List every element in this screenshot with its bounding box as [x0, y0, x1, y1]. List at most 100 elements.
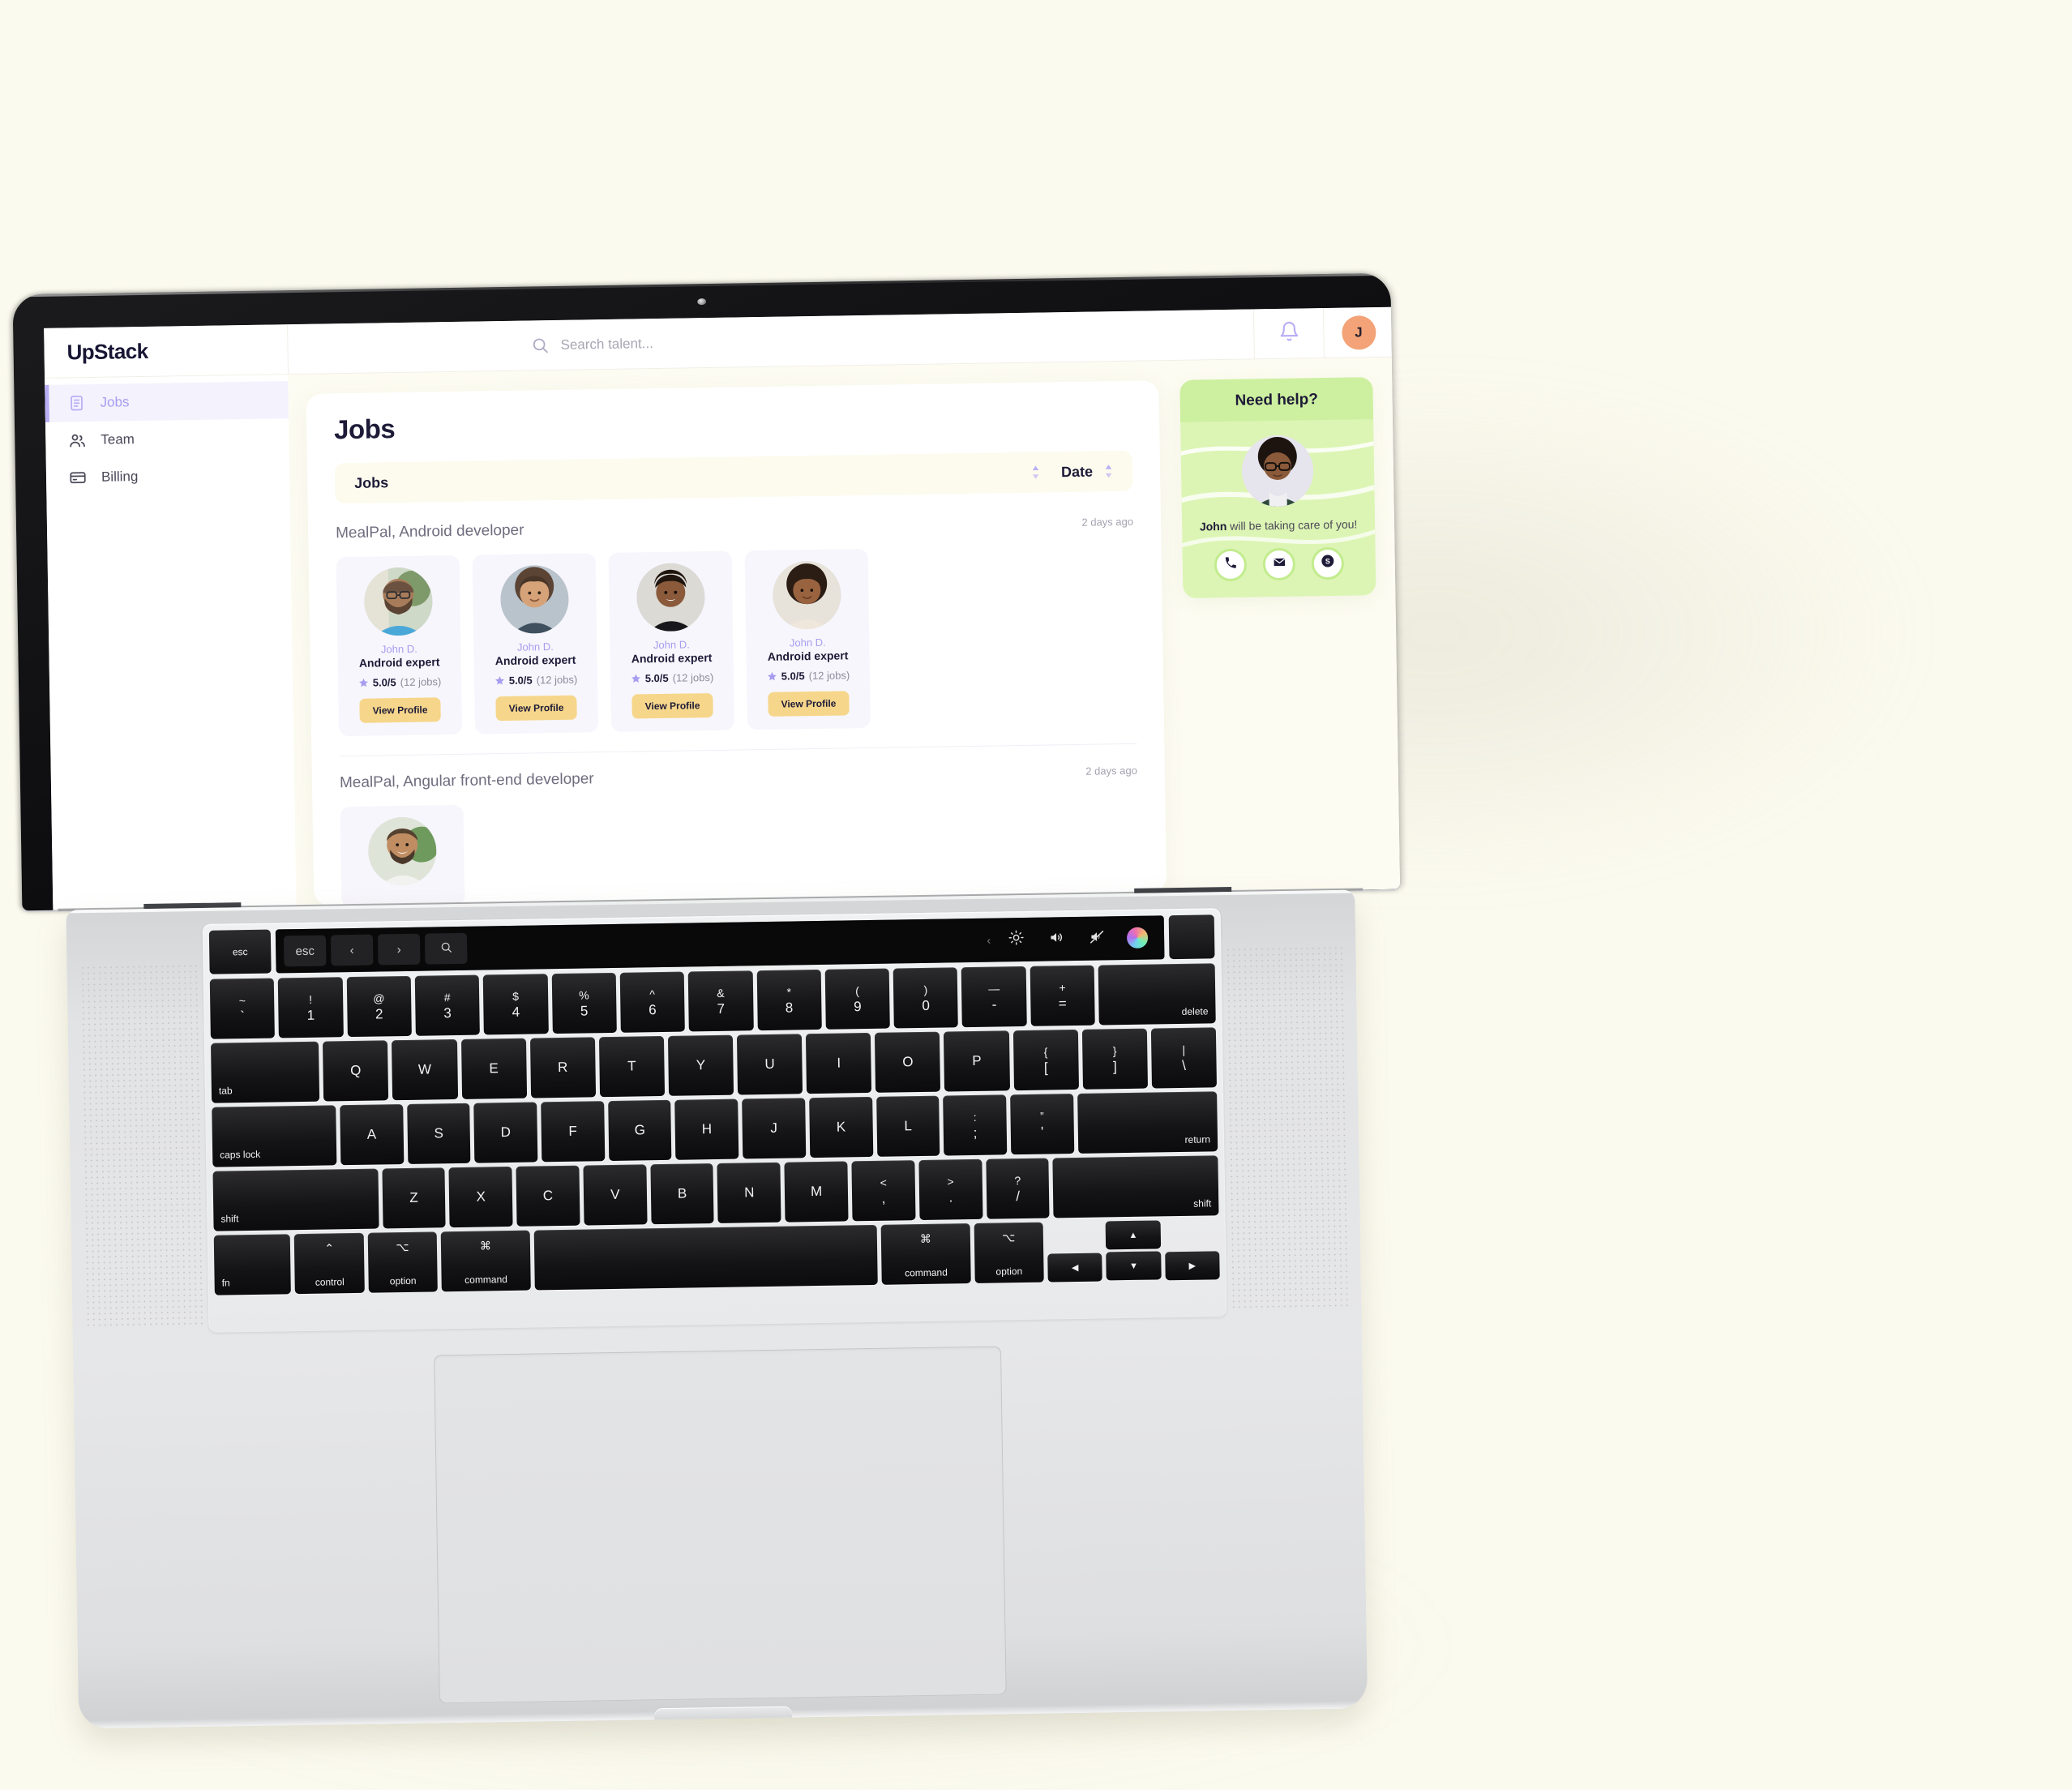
key-arrow-right[interactable]: ▶: [1164, 1251, 1220, 1281]
key-fn[interactable]: fn: [213, 1234, 292, 1295]
key-tab[interactable]: tab: [210, 1041, 320, 1103]
key-p[interactable]: P: [944, 1030, 1010, 1092]
key-option-right[interactable]: ⌥ option: [974, 1222, 1044, 1283]
key-d[interactable]: D: [473, 1102, 538, 1163]
key-7[interactable]: & 7: [687, 970, 754, 1032]
talent-card[interactable]: John D. Android expert 5.0/5 (12 jobs) V…: [744, 548, 871, 730]
key-control[interactable]: ⌃ control: [294, 1232, 365, 1295]
touchbar-forward-button[interactable]: ›: [377, 933, 421, 966]
key-quote[interactable]: ” ': [1010, 1094, 1074, 1155]
key-8[interactable]: * 8: [756, 969, 822, 1031]
talent-card[interactable]: John D. Android expert 5.0/5 (12 jobs) V…: [336, 555, 463, 737]
sidebar-item-team[interactable]: Team: [45, 418, 289, 460]
touchbar[interactable]: esc ‹ › ‹: [275, 915, 1165, 974]
key-backslash[interactable]: | \: [1150, 1027, 1218, 1089]
key-u[interactable]: U: [736, 1034, 803, 1095]
key-minus[interactable]: — -: [961, 966, 1027, 1028]
key-9[interactable]: (9: [824, 968, 890, 1030]
key-g[interactable]: G: [607, 1099, 672, 1162]
search-input[interactable]: [560, 332, 880, 353]
key-backtick[interactable]: ~ `: [209, 978, 276, 1039]
jobs-filter-select[interactable]: Jobs: [354, 464, 1061, 492]
key-x[interactable]: X: [448, 1166, 513, 1228]
mute-button[interactable]: [1078, 923, 1116, 954]
key-bracket-right[interactable]: }]: [1081, 1028, 1148, 1090]
key-k[interactable]: K: [808, 1096, 873, 1158]
trackpad[interactable]: [434, 1346, 1007, 1704]
sidebar-item-billing[interactable]: Billing: [46, 456, 290, 497]
key-delete[interactable]: delete: [1098, 963, 1216, 1026]
key-s[interactable]: S: [406, 1103, 471, 1164]
chevron-left-icon[interactable]: ‹: [987, 934, 994, 947]
view-profile-button[interactable]: View Profile: [359, 697, 441, 723]
sidebar-item-jobs[interactable]: Jobs: [45, 381, 289, 422]
key-4[interactable]: $4: [482, 974, 549, 1035]
key-h[interactable]: H: [674, 1098, 739, 1160]
key-command-left[interactable]: ⌘ command: [440, 1230, 531, 1292]
date-filter-select[interactable]: Date: [1061, 463, 1113, 481]
key-caps-lock[interactable]: caps lock: [212, 1105, 337, 1167]
key-t[interactable]: T: [598, 1035, 666, 1098]
key-return[interactable]: return: [1077, 1091, 1218, 1154]
key-6[interactable]: ^ 6: [619, 971, 686, 1033]
skype-button[interactable]: S: [1311, 546, 1345, 580]
key-m[interactable]: M: [784, 1161, 849, 1223]
brand-logo[interactable]: UpStack: [44, 336, 287, 366]
key-v[interactable]: V: [583, 1164, 648, 1226]
key-e[interactable]: E: [460, 1038, 527, 1099]
key-z[interactable]: Z: [381, 1167, 446, 1229]
key-command-right[interactable]: ⌘ command: [880, 1223, 971, 1285]
key-comma[interactable]: <,: [851, 1160, 916, 1222]
key-equals[interactable]: + =: [1030, 965, 1095, 1026]
search-box[interactable]: [531, 331, 880, 354]
view-profile-button[interactable]: View Profile: [495, 695, 577, 722]
key-w[interactable]: W: [392, 1038, 458, 1101]
key-q[interactable]: Q: [323, 1040, 389, 1102]
key-shift-right[interactable]: shift: [1052, 1155, 1219, 1218]
key-arrow-left[interactable]: ◀: [1047, 1253, 1103, 1283]
key-slash[interactable]: ? /: [986, 1158, 1050, 1219]
key-0[interactable]: ) 0: [893, 967, 959, 1029]
key-esc-physical[interactable]: esc: [208, 929, 272, 974]
key-2[interactable]: @2: [346, 975, 412, 1038]
key-b[interactable]: B: [650, 1163, 715, 1225]
key-5[interactable]: % 5: [551, 972, 617, 1034]
touchbar-back-button[interactable]: ‹: [330, 934, 374, 966]
key-arrow-up[interactable]: ▲: [1105, 1220, 1161, 1250]
volume-up-button[interactable]: [1038, 923, 1076, 955]
talent-card[interactable]: John D. Android expert 5.0/5 (12 jobs) V…: [608, 550, 735, 732]
key-c[interactable]: C: [516, 1165, 580, 1227]
key-1[interactable]: ! 1: [278, 977, 344, 1038]
key-i[interactable]: I: [806, 1032, 872, 1094]
email-button[interactable]: [1262, 547, 1296, 581]
job-title[interactable]: MealPal, Angular front-end developer: [340, 770, 594, 792]
key-option-left[interactable]: ⌥ option: [367, 1231, 439, 1293]
key-arrow-down[interactable]: ▼: [1106, 1251, 1162, 1281]
talent-card[interactable]: John D. Android expert 5.0/5 (12 jobs) V…: [472, 553, 599, 734]
key-a[interactable]: A: [340, 1104, 404, 1166]
key-r[interactable]: R: [529, 1037, 596, 1098]
key-space[interactable]: [533, 1224, 879, 1291]
notifications-button[interactable]: [1252, 308, 1324, 359]
job-title[interactable]: MealPal, Android developer: [336, 522, 524, 543]
key-period[interactable]: >.: [918, 1158, 983, 1221]
key-y[interactable]: Y: [667, 1034, 734, 1096]
view-profile-button[interactable]: View Profile: [631, 692, 713, 719]
key-o[interactable]: O: [875, 1031, 941, 1093]
touchbar-search-button[interactable]: [424, 932, 468, 965]
key-j[interactable]: J: [742, 1098, 807, 1159]
call-button[interactable]: [1214, 548, 1248, 582]
user-menu-button[interactable]: J: [1322, 306, 1393, 358]
talent-card[interactable]: [340, 804, 465, 906]
siri-button[interactable]: [1119, 922, 1157, 953]
key-l[interactable]: L: [875, 1095, 940, 1157]
brightness-button[interactable]: [997, 924, 1035, 956]
key-bracket-left[interactable]: {[: [1012, 1029, 1079, 1091]
key-f[interactable]: F: [541, 1101, 606, 1163]
key-semicolon[interactable]: :;: [943, 1094, 1008, 1156]
view-profile-button[interactable]: View Profile: [768, 691, 850, 717]
key-n[interactable]: N: [717, 1162, 781, 1223]
key-shift-left[interactable]: shift: [212, 1168, 379, 1231]
touch-id-button[interactable]: [1168, 914, 1215, 960]
touchbar-esc-button[interactable]: esc: [283, 935, 327, 967]
